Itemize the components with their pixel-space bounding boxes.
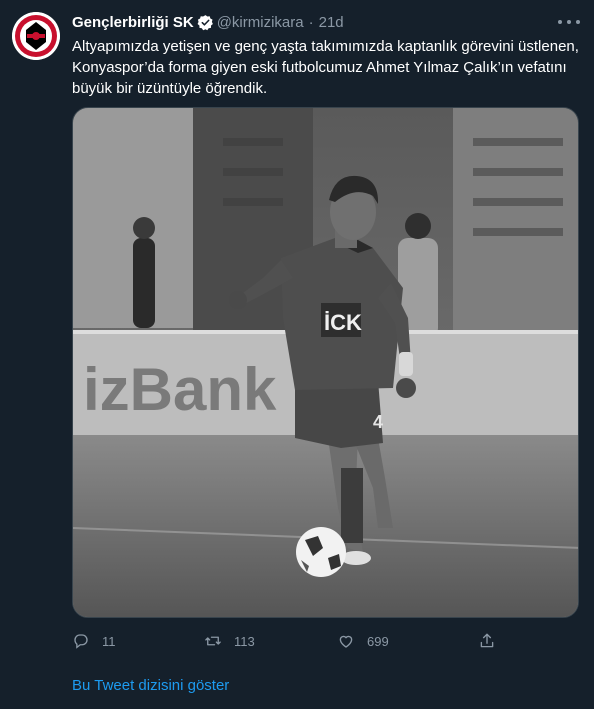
tweet-photo[interactable]: izBank 4 İCK: [72, 107, 579, 618]
reply-count: 11: [102, 633, 116, 649]
heart-icon: [339, 635, 353, 648]
shorts-number: 4: [373, 412, 383, 432]
retweet-icon: [205, 636, 221, 646]
retweet-button[interactable]: 113: [204, 632, 255, 650]
tweet-text-line: büyük bir üzüntüyle öğrendik.: [72, 80, 268, 97]
reply-icon: [74, 634, 88, 649]
tweet-text: Altyapımızda yetişen ve genç yaşta takım…: [72, 36, 582, 99]
tweet-text-line: Konyaspor’da forma giyen eski futbolcumu…: [72, 59, 567, 76]
author-name[interactable]: Gençlerbirliği SK: [72, 14, 194, 31]
author-handle[interactable]: @kirmizikara: [217, 14, 304, 31]
share-icon: [480, 633, 494, 648]
like-button[interactable]: 699: [337, 632, 389, 650]
jersey-sponsor-text: İCK: [324, 310, 362, 335]
share-button[interactable]: [478, 632, 496, 650]
more-options-icon[interactable]: [558, 12, 580, 32]
tweet-header: Gençlerbirliği SK @kirmizikara · 21d: [72, 12, 344, 32]
show-thread-link[interactable]: Bu Tweet dizisini göster: [72, 677, 229, 694]
retweet-count: 113: [234, 633, 255, 649]
football: [296, 527, 346, 577]
verified-badge-icon: [197, 14, 213, 30]
club-logo-icon: [12, 12, 60, 60]
separator-dot: ·: [308, 13, 314, 31]
reply-button[interactable]: 11: [72, 632, 116, 650]
avatar[interactable]: [12, 12, 60, 60]
tweet-actions: 11 113 699: [72, 626, 502, 656]
tweet-text-line: Altyapımızda yetişen ve genç yaşta takım…: [72, 38, 579, 55]
banner-text: izBank: [83, 356, 277, 423]
tweet-time[interactable]: 21d: [319, 14, 344, 31]
player-photo: izBank 4 İCK: [73, 108, 578, 617]
like-count: 699: [367, 633, 389, 649]
